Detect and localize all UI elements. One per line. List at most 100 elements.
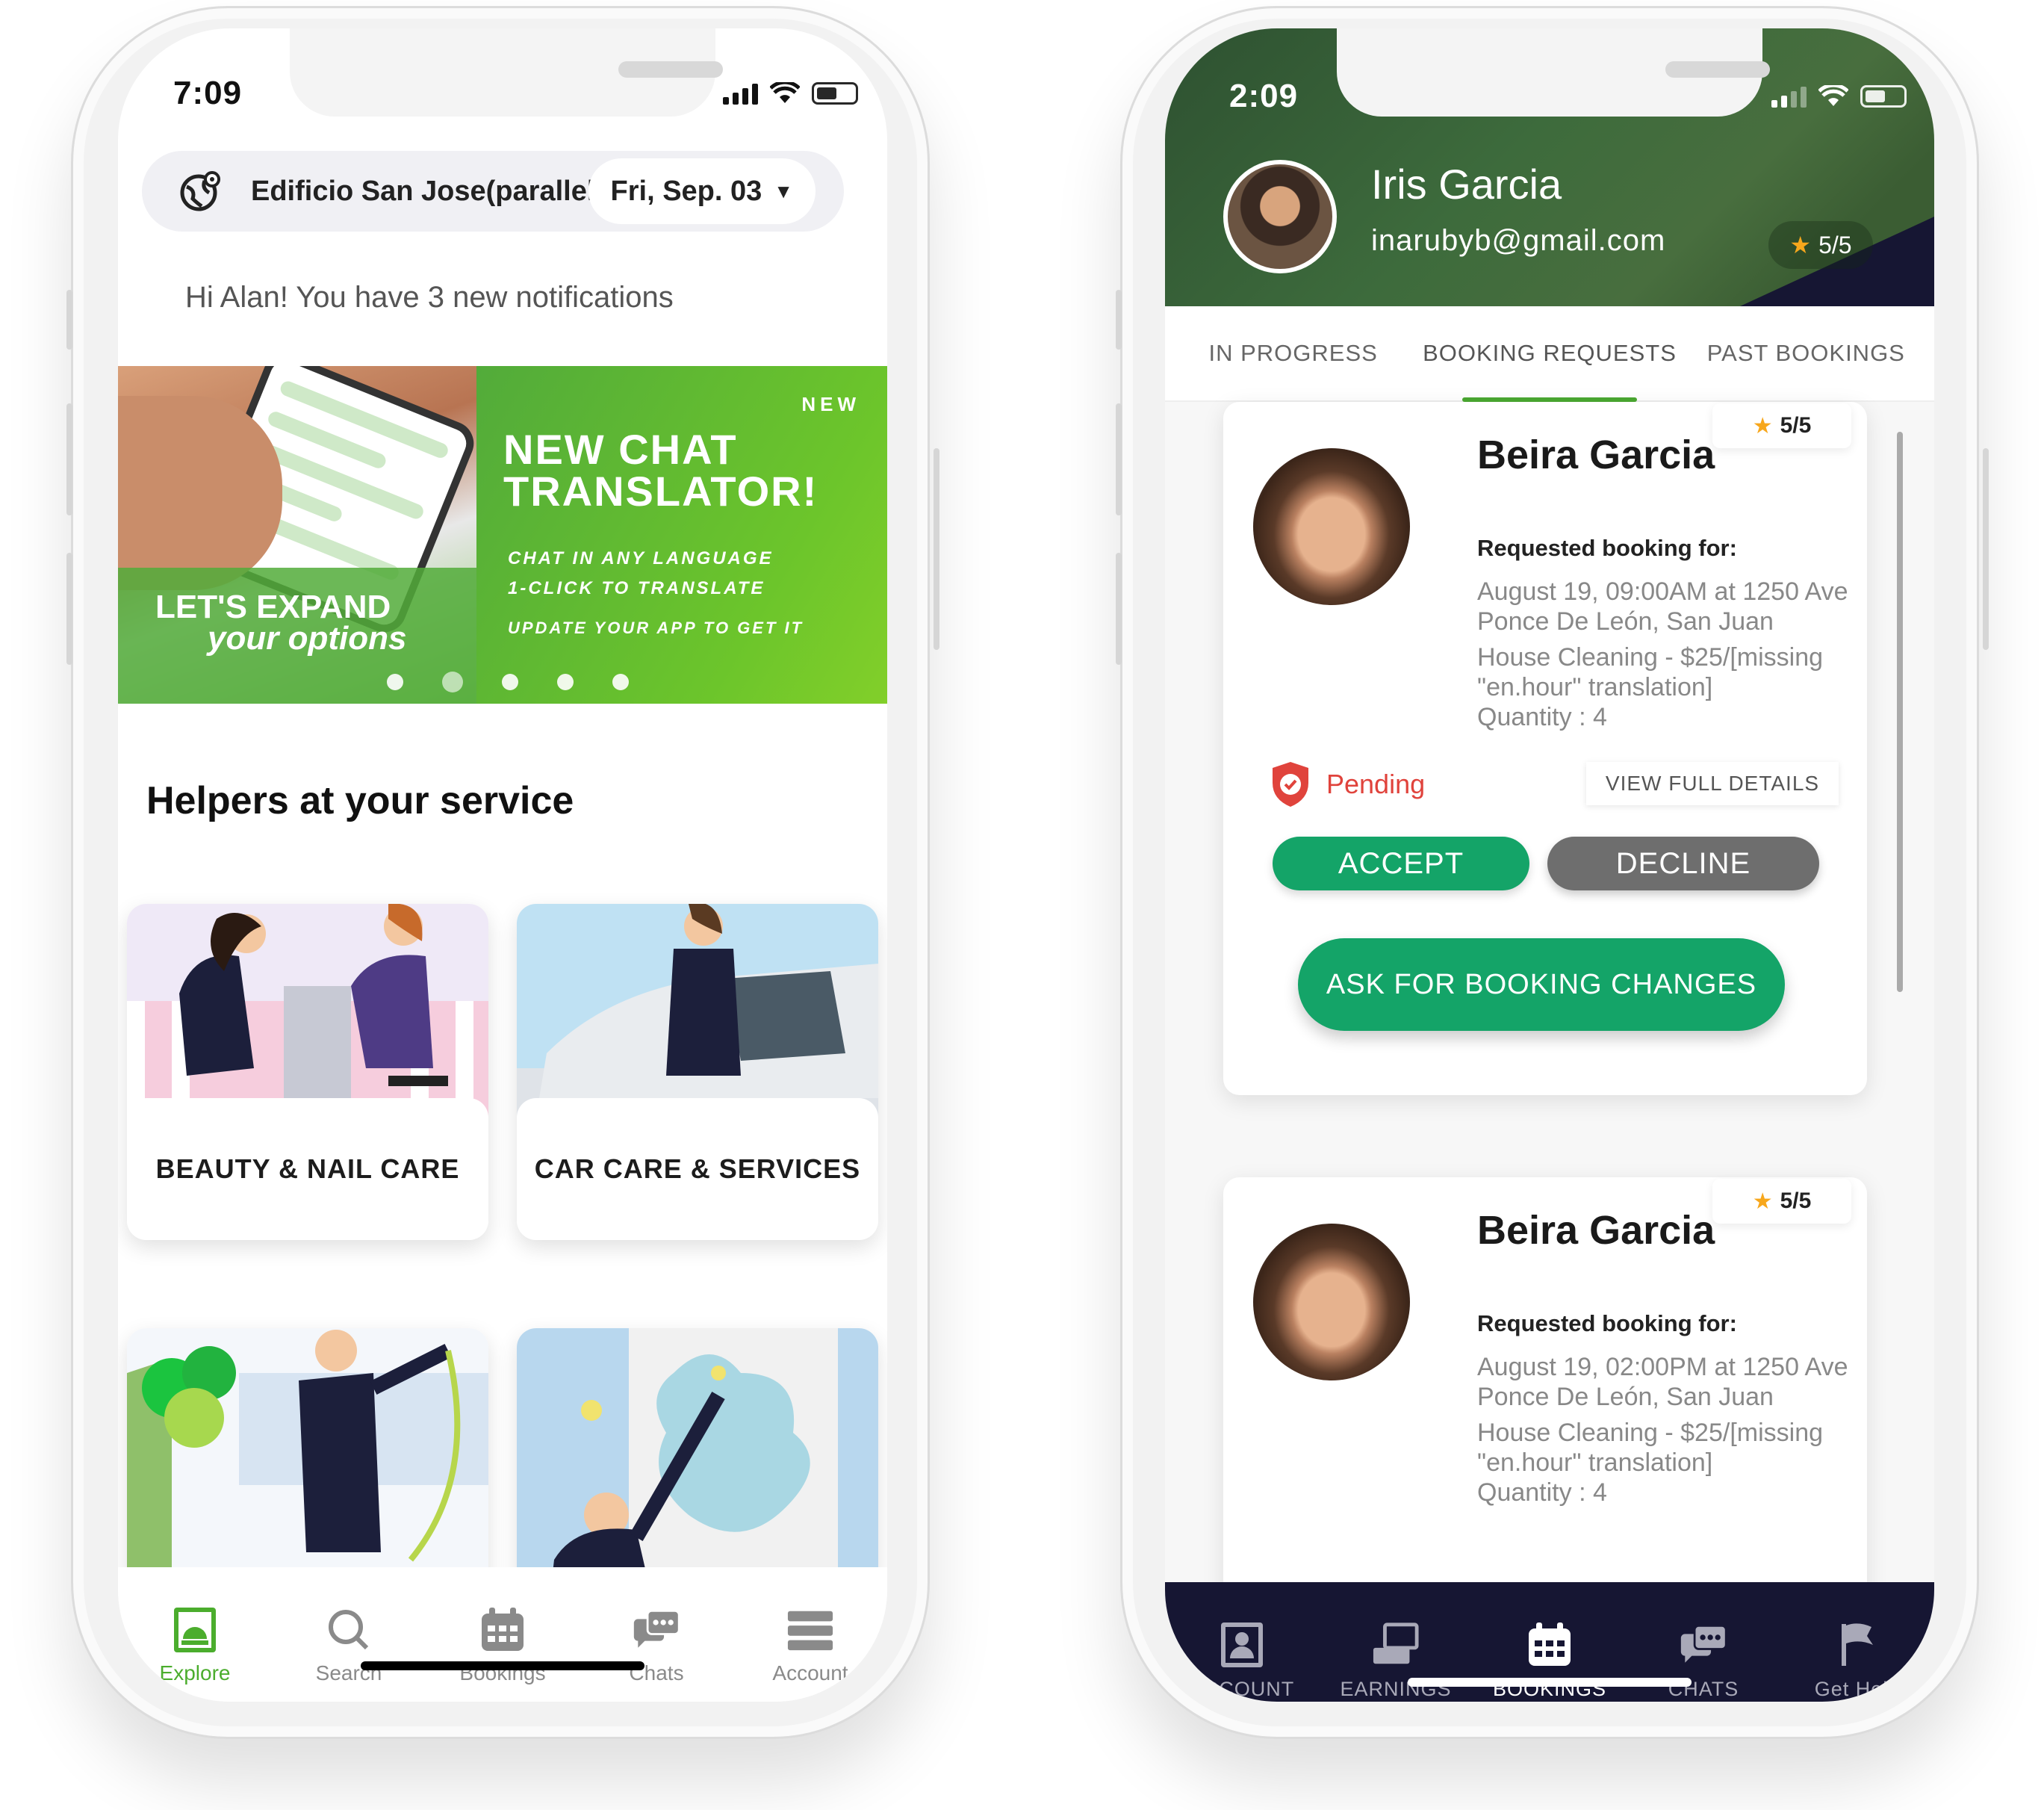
tab-in-progress[interactable]: IN PROGRESS (1165, 306, 1421, 400)
flag-icon (1833, 1621, 1881, 1669)
booking-when-where: August 19, 02:00PM at 1250 Ave Ponce De … (1477, 1353, 1848, 1411)
notch (290, 28, 723, 117)
requester-photo[interactable] (1253, 1224, 1410, 1380)
booking-quantity: Quantity : 4 (1477, 1478, 1607, 1507)
ask-for-booking-changes-button[interactable]: ASK FOR BOOKING CHANGES (1298, 938, 1785, 1031)
shield-check-icon (1273, 762, 1308, 807)
requester-photo[interactable] (1253, 448, 1410, 605)
tab-search[interactable]: Search (272, 1567, 426, 1702)
wifi-icon (770, 82, 800, 103)
date-dropdown[interactable]: Fri, Sep. 03 ▼ (588, 158, 816, 224)
booking-details: August 19, 02:00PM at 1250 Ave Ponce De … (1477, 1352, 1866, 1507)
star-icon: ★ (1789, 232, 1812, 258)
speaker (618, 61, 723, 78)
requester-name: Beira Garcia (1477, 1208, 1715, 1253)
banner-photo: LET'S EXPAND your options (118, 366, 481, 704)
tab-bookings[interactable]: Bookings (426, 1567, 580, 1702)
speaker (1665, 61, 1770, 78)
profile-name: Iris Garcia (1371, 161, 1562, 208)
carousel-dots[interactable] (387, 672, 629, 692)
status-time: 7:09 (173, 75, 243, 111)
tab-booking-requests[interactable]: BOOKING REQUESTS (1421, 306, 1677, 402)
carousel-dot[interactable] (502, 674, 518, 690)
status-icons (1771, 85, 1907, 108)
tab-account[interactable]: ACCOUNT (1165, 1582, 1319, 1702)
calendar-icon (479, 1606, 526, 1654)
banner-line3: UPDATE YOUR APP TO GET IT (508, 619, 804, 637)
banner-promo-panel: NEW NEW CHAT TRANSLATOR! CHAT IN ANY LAN… (476, 366, 887, 704)
profile-rating: ★ 5/5 (1768, 221, 1873, 269)
mute-switch (66, 290, 72, 350)
bookings-screen: 2:09 Iris Garcia inarubyb@gmail.com ★ 5/5… (1165, 28, 1934, 1702)
account-icon (1218, 1621, 1266, 1669)
home-indicator[interactable] (1408, 1678, 1692, 1687)
banner-title: NEW CHAT TRANSLATOR! (503, 426, 818, 515)
avatar[interactable] (1223, 160, 1337, 273)
carousel-dot[interactable] (387, 674, 403, 690)
caret-down-icon: ▼ (774, 179, 793, 202)
status-text: Pending (1326, 769, 1426, 799)
tab-label: Account (772, 1661, 848, 1685)
tab-label: Explore (159, 1661, 231, 1685)
globe-pin-icon (180, 171, 220, 211)
volume-down-button (66, 553, 72, 665)
explore-screen: 7:09 Edificio San Jose(parallel to... Fr… (118, 28, 887, 1702)
banner-line1: CHAT IN ANY LANGUAGE (508, 548, 774, 568)
location-text: Edificio San Jose(parallel to... (251, 175, 609, 207)
booking-when-where: August 19, 09:00AM at 1250 Ave Ponce De … (1477, 577, 1848, 636)
car-illustration (517, 904, 878, 1121)
volume-up-button (1116, 403, 1122, 515)
booking-card: Beira Garcia ★ 5/5 Requested booking for:… (1223, 1177, 1867, 1640)
banner-left-line2: your options (208, 620, 407, 657)
requester-rating: ★ 5/5 (1712, 1179, 1851, 1224)
tab-account[interactable]: Account (733, 1567, 887, 1702)
date-text: Fri, Sep. 03 (610, 175, 762, 207)
view-full-details-button[interactable]: VIEW FULL DETAILS (1586, 762, 1839, 805)
requested-label: Requested booking for: (1477, 1310, 1737, 1336)
section-title: Helpers at your service (146, 779, 574, 822)
search-icon (325, 1606, 373, 1654)
tab-past-bookings[interactable]: PAST BOOKINGS (1678, 306, 1934, 400)
status-time: 2:09 (1229, 78, 1299, 114)
status-pending: Pending (1270, 760, 1425, 808)
account-icon (786, 1606, 834, 1654)
category-label: CAR CARE & SERVICES (517, 1098, 878, 1240)
signal-icon (723, 84, 758, 105)
profile-header: 2:09 Iris Garcia inarubyb@gmail.com ★ 5/5 (1165, 28, 1934, 306)
booking-requests-list: Beira Garcia ★ 5/5 Requested booking for:… (1165, 402, 1934, 1640)
hand-photo (118, 396, 282, 590)
carousel-dot[interactable] (442, 672, 463, 692)
mute-switch (1116, 290, 1122, 350)
carousel-dot[interactable] (557, 674, 574, 690)
chat-icon (633, 1606, 680, 1654)
accept-button[interactable]: ACCEPT (1273, 837, 1529, 890)
carousel-dot[interactable] (612, 674, 629, 690)
category-label: BEAUTY & NAIL CARE (127, 1098, 488, 1240)
tab-get-help[interactable]: Get Help (1780, 1582, 1934, 1702)
location-bar[interactable]: Edificio San Jose(parallel to... Fri, Se… (142, 151, 844, 232)
volume-up-button (66, 403, 72, 515)
star-icon: ★ (1752, 413, 1773, 438)
volume-down-button (1116, 553, 1122, 665)
notch (1337, 28, 1770, 117)
promo-banner[interactable]: LET'S EXPAND your options NEW NEW CHAT T… (118, 366, 887, 704)
booking-tabs: IN PROGRESS BOOKING REQUESTS PAST BOOKIN… (1165, 306, 1934, 402)
status-icons (723, 82, 858, 105)
new-tag: NEW (801, 393, 860, 415)
calendar-icon (1526, 1621, 1574, 1669)
star-icon: ★ (1752, 1188, 1773, 1214)
tab-explore[interactable]: Explore (118, 1567, 272, 1702)
booking-service: House Cleaning - $25/[missing "en.hour" … (1477, 1419, 1824, 1477)
category-card-beauty[interactable]: BEAUTY & NAIL CARE (127, 904, 488, 1240)
explore-icon (171, 1606, 219, 1654)
scrollbar[interactable] (1897, 432, 1903, 992)
notifications-message[interactable]: Hi Alan! You have 3 new notifications (185, 281, 674, 314)
signal-icon (1771, 87, 1807, 108)
battery-icon (1860, 85, 1907, 108)
home-indicator[interactable] (361, 1661, 644, 1670)
category-card-car[interactable]: CAR CARE & SERVICES (517, 904, 878, 1240)
tab-chats[interactable]: Chats (580, 1567, 733, 1702)
decline-button[interactable]: DECLINE (1547, 837, 1819, 890)
tab-label: Get Help (1814, 1678, 1901, 1700)
bottom-tab-bar: ACCOUNT EARNINGS BOOKINGS CHATS Get Help (1165, 1582, 1934, 1702)
